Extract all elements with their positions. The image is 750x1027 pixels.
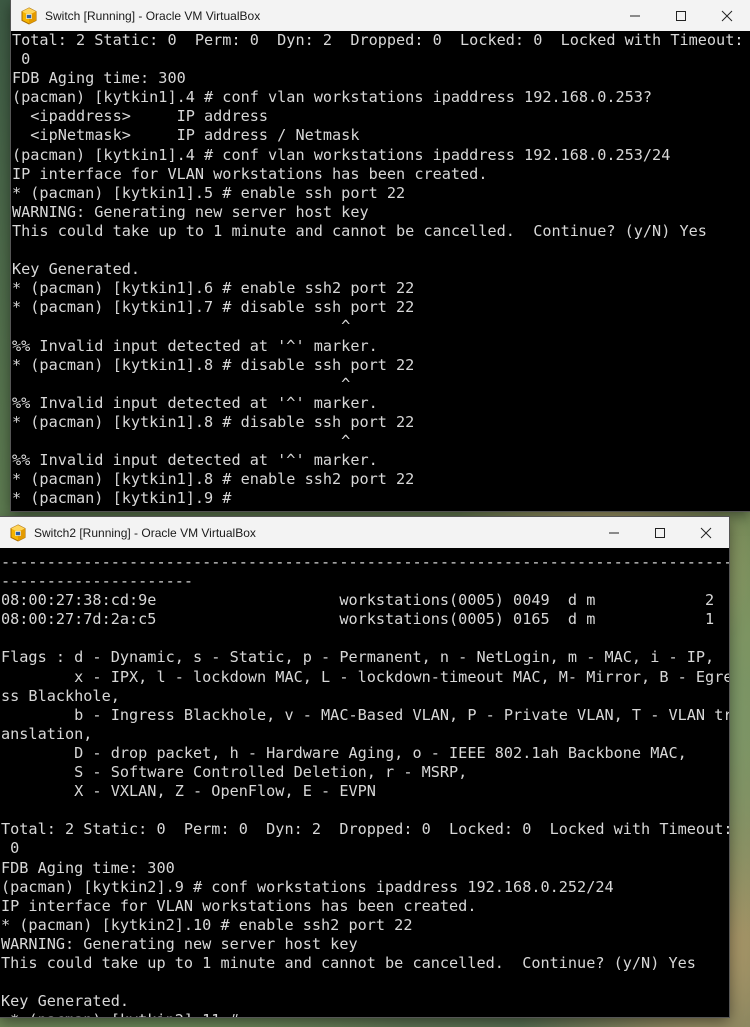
close-button[interactable] — [704, 0, 750, 31]
terminal-console[interactable]: Total: 2 Static: 0 Perm: 0 Dyn: 2 Droppe… — [11, 31, 750, 511]
terminal-line: 0 — [12, 50, 31, 69]
terminal-line: 08:00:27:7d:2a:c5 workstations(0005) 016… — [1, 610, 715, 629]
close-icon — [721, 10, 733, 21]
terminal-line: .* (pacman) [kytkin2].11 # — [1, 1011, 729, 1017]
maximize-button[interactable] — [637, 517, 683, 548]
maximize-button[interactable] — [658, 0, 704, 31]
terminal-line: (pacman) [kytkin1].4 # conf vlan worksta… — [12, 145, 671, 164]
terminal-line: --------------------- — [1, 572, 194, 591]
window-titlebar[interactable]: Switch2 [Running] - Oracle VM VirtualBox — [0, 517, 729, 549]
close-button[interactable] — [683, 517, 729, 548]
vm-window-switch[interactable]: Switch [Running] - Oracle VM VirtualBox … — [11, 0, 750, 511]
terminal-line: FDB Aging time: 300 — [1, 858, 175, 877]
window-title: Switch [Running] - Oracle VM VirtualBox — [45, 8, 261, 23]
terminal-console[interactable]: ----------------------------------------… — [0, 548, 729, 1017]
terminal-line: <ipNetmask> IP address / Netmask — [12, 126, 360, 145]
terminal-line: Key Generated. — [1, 992, 130, 1011]
vm-window-switch2[interactable]: Switch2 [Running] - Oracle VM VirtualBox… — [0, 517, 729, 1017]
terminal-line: anslation, — [1, 724, 93, 743]
terminal-line: 0 — [1, 839, 20, 858]
virtualbox-icon — [21, 6, 37, 25]
minimize-button[interactable] — [591, 517, 637, 548]
terminal-line: WARNING: Generating new server host key — [1, 934, 358, 953]
terminal-line: %% Invalid input detected at '^' marker. — [12, 451, 378, 470]
terminal-line: b - Ingress Blackhole, v - MAC-Based VLA… — [1, 705, 729, 724]
minimize-icon — [630, 15, 640, 16]
terminal-line: Key Generated. — [12, 260, 141, 279]
terminal-line: This could take up to 1 minute and canno… — [12, 221, 707, 240]
terminal-line: %% Invalid input detected at '^' marker. — [12, 336, 378, 355]
terminal-line: ^ — [12, 431, 351, 450]
terminal-line: ^ — [12, 317, 351, 336]
terminal-line: D - drop packet, h - Hardware Aging, o -… — [1, 743, 687, 762]
minimize-icon — [609, 532, 619, 533]
maximize-icon — [676, 10, 686, 21]
terminal-line: (pacman) [kytkin2].9 # conf workstations… — [1, 877, 614, 896]
terminal-line: WARNING: Generating new server host key — [12, 202, 369, 221]
terminal-line: * (pacman) [kytkin1].6 # enable ssh2 por… — [12, 279, 415, 298]
minimize-button[interactable] — [612, 0, 658, 31]
window-title: Switch2 [Running] - Oracle VM VirtualBox — [34, 525, 256, 540]
terminal-line: <ipaddress> IP address — [12, 107, 269, 126]
terminal-line: * (pacman) [kytkin2].10 # enable ssh2 po… — [1, 915, 413, 934]
terminal-line: X - VXLAN, Z - OpenFlow, E - EVPN — [1, 782, 376, 801]
terminal-line: x - IPX, l - lockdown MAC, L - lockdown-… — [1, 667, 729, 686]
window-titlebar[interactable]: Switch [Running] - Oracle VM VirtualBox — [11, 0, 750, 32]
terminal-line: * (pacman) [kytkin1].8 # disable ssh por… — [12, 355, 415, 374]
terminal-line: 08:00:27:38:cd:9e workstations(0005) 004… — [1, 591, 715, 610]
terminal-line: * (pacman) [kytkin1].9 # — [12, 489, 232, 508]
terminal-line: %% Invalid input detected at '^' marker. — [12, 393, 378, 412]
terminal-line: ----------------------------------------… — [1, 553, 729, 571]
terminal-line: IP interface for VLAN workstations has b… — [1, 896, 477, 915]
virtualbox-icon — [10, 523, 26, 542]
terminal-line: * (pacman) [kytkin1].8 # enable ssh2 por… — [12, 470, 415, 489]
terminal-line: * (pacman) [kytkin1].5 # enable ssh port… — [12, 183, 406, 202]
terminal-line: IP interface for VLAN workstations has b… — [12, 164, 488, 183]
terminal-line: This could take up to 1 minute and canno… — [1, 953, 696, 972]
terminal-line: ^ — [12, 374, 351, 393]
maximize-icon — [655, 527, 665, 538]
terminal-line: Total: 2 Static: 0 Perm: 0 Dyn: 2 Droppe… — [12, 31, 744, 49]
terminal-line: FDB Aging time: 300 — [12, 69, 186, 88]
terminal-line: Total: 2 Static: 0 Perm: 0 Dyn: 2 Droppe… — [1, 820, 729, 839]
close-icon — [700, 527, 712, 538]
terminal-line: S - Software Controlled Deletion, r - MS… — [1, 763, 468, 782]
terminal-line: Flags : d - Dynamic, s - Static, p - Per… — [1, 648, 715, 667]
terminal-line: * (pacman) [kytkin1].7 # disable ssh por… — [12, 298, 415, 317]
terminal-line: * (pacman) [kytkin1].8 # disable ssh por… — [12, 412, 415, 431]
terminal-line: (pacman) [kytkin1].4 # conf vlan worksta… — [12, 88, 653, 107]
terminal-line: ss Blackhole, — [1, 686, 120, 705]
